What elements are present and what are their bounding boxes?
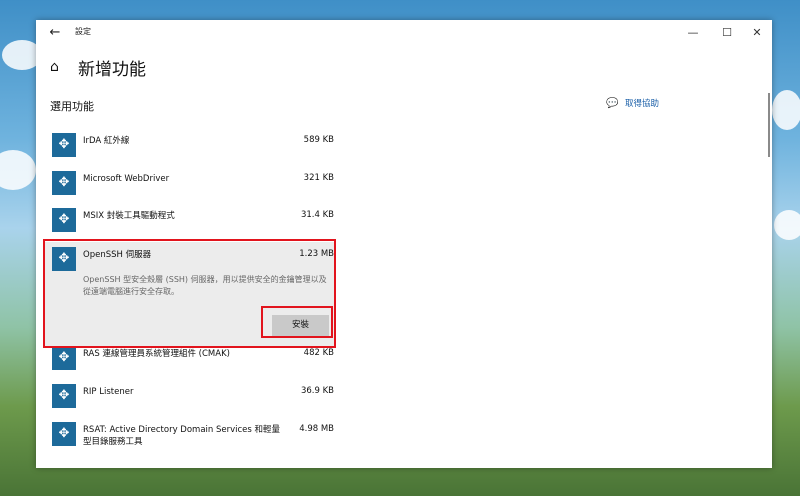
maximize-icon[interactable]: ☐: [712, 22, 742, 44]
feature-size: 4.98 MB: [299, 424, 334, 434]
chat-help-icon: 💬: [606, 97, 619, 109]
settings-window: ← 設定 — ☐ ✕ ⌂ 新增功能 選用功能 💬 取得協助 OpenSSH 型安…: [36, 20, 772, 468]
page-title: 新增功能: [78, 60, 146, 80]
puzzle-icon: ✥: [52, 422, 76, 446]
feature-size: 31.4 KB: [300, 210, 334, 220]
feature-name: MSIX 封裝工具驅動程式: [83, 211, 175, 221]
puzzle-icon: ✥: [52, 384, 76, 408]
feature-name: RSAT: Active Directory Domain Services 和…: [83, 425, 281, 447]
get-help-link[interactable]: 💬 取得協助: [606, 95, 659, 111]
puzzle-icon: ✥: [52, 133, 76, 157]
wallpaper-cloud: [774, 210, 800, 240]
puzzle-icon: ✥: [52, 171, 76, 195]
window-title: 設定: [75, 27, 91, 36]
feature-name: IrDA 紅外線: [83, 136, 130, 146]
home-icon[interactable]: ⌂: [50, 58, 66, 76]
feature-size: 36.9 KB: [300, 386, 334, 396]
feature-name: RIP Listener: [83, 387, 134, 397]
minimize-icon[interactable]: —: [678, 22, 708, 44]
feature-name: RAS 連線管理員系統管理組件 (CMAK): [83, 349, 230, 359]
get-help-label: 取得協助: [625, 99, 660, 109]
back-arrow-icon[interactable]: ←: [46, 24, 64, 42]
puzzle-icon: ✥: [52, 346, 76, 370]
feature-size: 321 KB: [303, 173, 334, 183]
close-icon[interactable]: ✕: [742, 22, 772, 44]
feature-size: 482 KB: [303, 348, 334, 358]
highlight-box-install: [261, 306, 333, 338]
feature-name: Microsoft WebDriver: [83, 174, 170, 184]
scrollbar[interactable]: [768, 93, 770, 157]
title-bar: ← 設定 — ☐ ✕: [36, 20, 772, 46]
puzzle-icon: ✥: [52, 208, 76, 232]
wallpaper-cloud: [772, 90, 800, 130]
wallpaper-cloud: [0, 150, 36, 190]
feature-size: 589 KB: [303, 135, 334, 145]
section-title: 選用功能: [50, 100, 94, 113]
